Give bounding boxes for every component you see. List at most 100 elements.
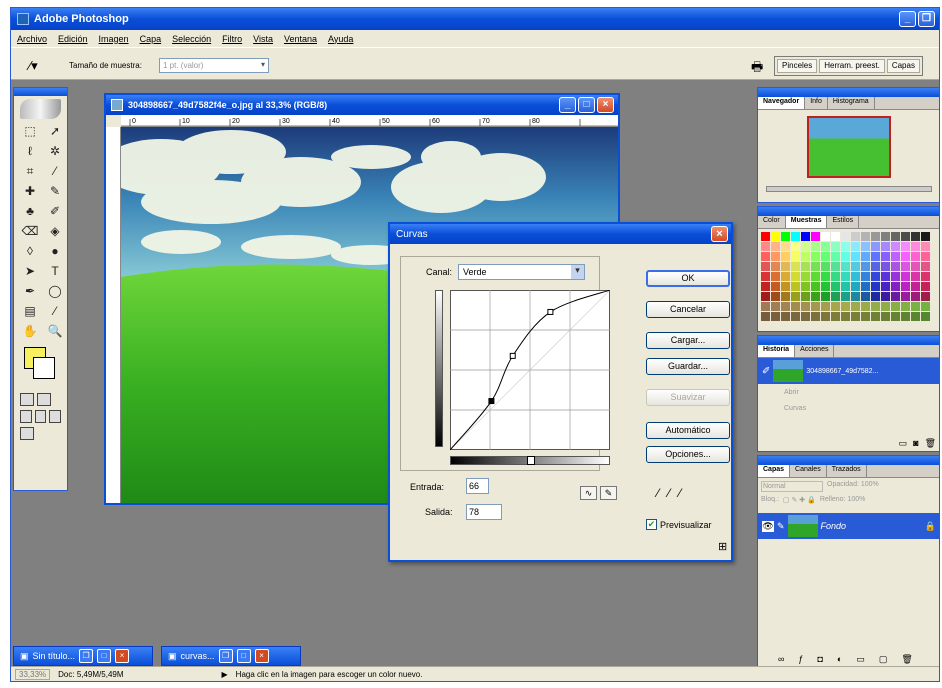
color-swatch[interactable] [881, 292, 890, 301]
curve-control-point[interactable] [488, 398, 495, 405]
eyedropper-tool-icon[interactable]: ⁄▾ [29, 58, 38, 74]
eraser-tool-icon[interactable]: ⌫ [20, 222, 40, 241]
color-swatch[interactable] [761, 292, 770, 301]
color-swatch[interactable] [921, 272, 930, 281]
color-swatch[interactable] [851, 272, 860, 281]
pen-tool-icon[interactable]: ✒ [20, 282, 40, 301]
color-swatch[interactable] [791, 262, 800, 271]
style-icon[interactable]: ƒ [798, 654, 803, 665]
restore-icon[interactable]: ❐ [218, 649, 233, 663]
color-swatch[interactable] [831, 282, 840, 291]
adjustment-icon[interactable]: ◐ [837, 654, 842, 665]
gradient-toggle-icon[interactable] [527, 456, 535, 465]
color-swatch[interactable] [761, 262, 770, 271]
lock-icons[interactable]: ▢ ✎ ✚ 🔒 [783, 496, 816, 504]
maximize-icon[interactable]: □ [97, 649, 112, 663]
doc-close-button[interactable]: × [597, 97, 614, 113]
color-swatch[interactable] [861, 262, 870, 271]
color-swatch[interactable] [891, 232, 900, 241]
color-swatch[interactable] [801, 262, 810, 271]
color-swatch[interactable] [871, 302, 880, 311]
color-swatch[interactable] [831, 292, 840, 301]
marquee-tool-icon[interactable]: ⬚ [20, 122, 40, 141]
mask-icon[interactable]: ◘ [817, 654, 822, 665]
color-swatch[interactable] [801, 302, 810, 311]
color-swatch[interactable] [811, 252, 820, 261]
color-swatch[interactable] [771, 302, 780, 311]
color-swatch[interactable] [851, 252, 860, 261]
type-tool-icon[interactable]: T [45, 262, 65, 281]
healing-tool-icon[interactable]: ✚ [20, 182, 40, 201]
color-swatch[interactable] [901, 312, 910, 321]
color-swatch[interactable] [921, 312, 930, 321]
white-eyedropper-icon[interactable]: ⁄ [679, 486, 681, 500]
color-swatch[interactable] [841, 302, 850, 311]
color-swatch[interactable] [891, 252, 900, 261]
feather-logo[interactable] [20, 99, 61, 119]
color-swatch[interactable] [851, 282, 860, 291]
sample-size-select[interactable]: 1 pt. (valor) [159, 58, 269, 73]
maximize-icon[interactable]: □ [236, 649, 251, 663]
output-field[interactable]: 78 [466, 504, 502, 520]
doc-minimize-button[interactable]: _ [559, 97, 576, 113]
curve-mode-icon[interactable]: ∿ [580, 486, 597, 500]
trash-icon[interactable]: 🗑 [925, 438, 936, 449]
stamp-tool-icon[interactable]: ♣ [20, 202, 40, 221]
move-tool-icon[interactable]: ➚ [45, 122, 65, 141]
tab-layers[interactable]: Capas [758, 465, 791, 477]
blur-tool-icon[interactable]: ◊ [20, 242, 40, 261]
menu-ventana[interactable]: Ventana [284, 34, 317, 44]
color-swatch[interactable] [771, 272, 780, 281]
color-swatch[interactable] [801, 282, 810, 291]
background-color[interactable] [33, 357, 55, 379]
imageready-icon[interactable] [20, 427, 34, 440]
well-tab-herramientas[interactable]: Herram. preest. [819, 59, 885, 73]
color-swatch[interactable] [881, 262, 890, 271]
well-tab-capas[interactable]: Capas [886, 59, 920, 73]
color-swatch[interactable] [881, 302, 890, 311]
color-swatch[interactable] [851, 262, 860, 271]
color-swatch[interactable] [781, 272, 790, 281]
history-brush-icon[interactable]: ✐ [45, 202, 65, 221]
save-button[interactable]: Guardar... [646, 358, 730, 375]
color-swatch[interactable] [871, 292, 880, 301]
color-swatch[interactable] [921, 262, 930, 271]
brush-tool-icon[interactable]: ✎ [45, 182, 65, 201]
fill-field[interactable]: Relleno: 100% [820, 496, 866, 504]
color-swatch[interactable] [881, 312, 890, 321]
color-swatch[interactable] [831, 262, 840, 271]
notes-tool-icon[interactable]: ▤ [20, 302, 40, 321]
color-swatch[interactable] [821, 242, 830, 251]
color-swatch[interactable] [881, 232, 890, 241]
tab-histogram[interactable]: Histograma [828, 97, 875, 109]
color-swatch[interactable] [911, 302, 920, 311]
color-swatch[interactable] [861, 292, 870, 301]
menu-filtro[interactable]: Filtro [222, 34, 242, 44]
color-swatch[interactable] [831, 242, 840, 251]
color-swatch[interactable] [881, 242, 890, 251]
doc-maximize-button[interactable]: □ [578, 97, 595, 113]
color-swatch[interactable] [761, 272, 770, 281]
color-swatch[interactable] [791, 232, 800, 241]
menu-imagen[interactable]: Imagen [99, 34, 129, 44]
color-swatch[interactable] [881, 272, 890, 281]
auto-button[interactable]: Automático [646, 422, 730, 439]
color-swatch[interactable] [841, 232, 850, 241]
tab-styles[interactable]: Estilos [827, 216, 860, 228]
color-swatch[interactable] [921, 232, 930, 241]
color-swatch[interactable] [861, 302, 870, 311]
color-swatch[interactable] [821, 262, 830, 271]
color-swatch[interactable] [921, 282, 930, 291]
channel-select[interactable]: Verde [458, 264, 585, 280]
color-swatch[interactable] [831, 232, 840, 241]
folder-icon[interactable]: ▭ [856, 654, 865, 665]
color-swatch[interactable] [891, 272, 900, 281]
color-swatch[interactable] [821, 232, 830, 241]
color-swatch[interactable] [761, 302, 770, 311]
restore-icon[interactable]: ❐ [79, 649, 94, 663]
color-swatch[interactable] [821, 272, 830, 281]
color-swatch[interactable] [811, 262, 820, 271]
preview-checkbox[interactable]: ✔ Previsualizar [646, 519, 712, 530]
color-swatch[interactable] [891, 282, 900, 291]
eye-icon[interactable]: 👁 [762, 520, 774, 532]
